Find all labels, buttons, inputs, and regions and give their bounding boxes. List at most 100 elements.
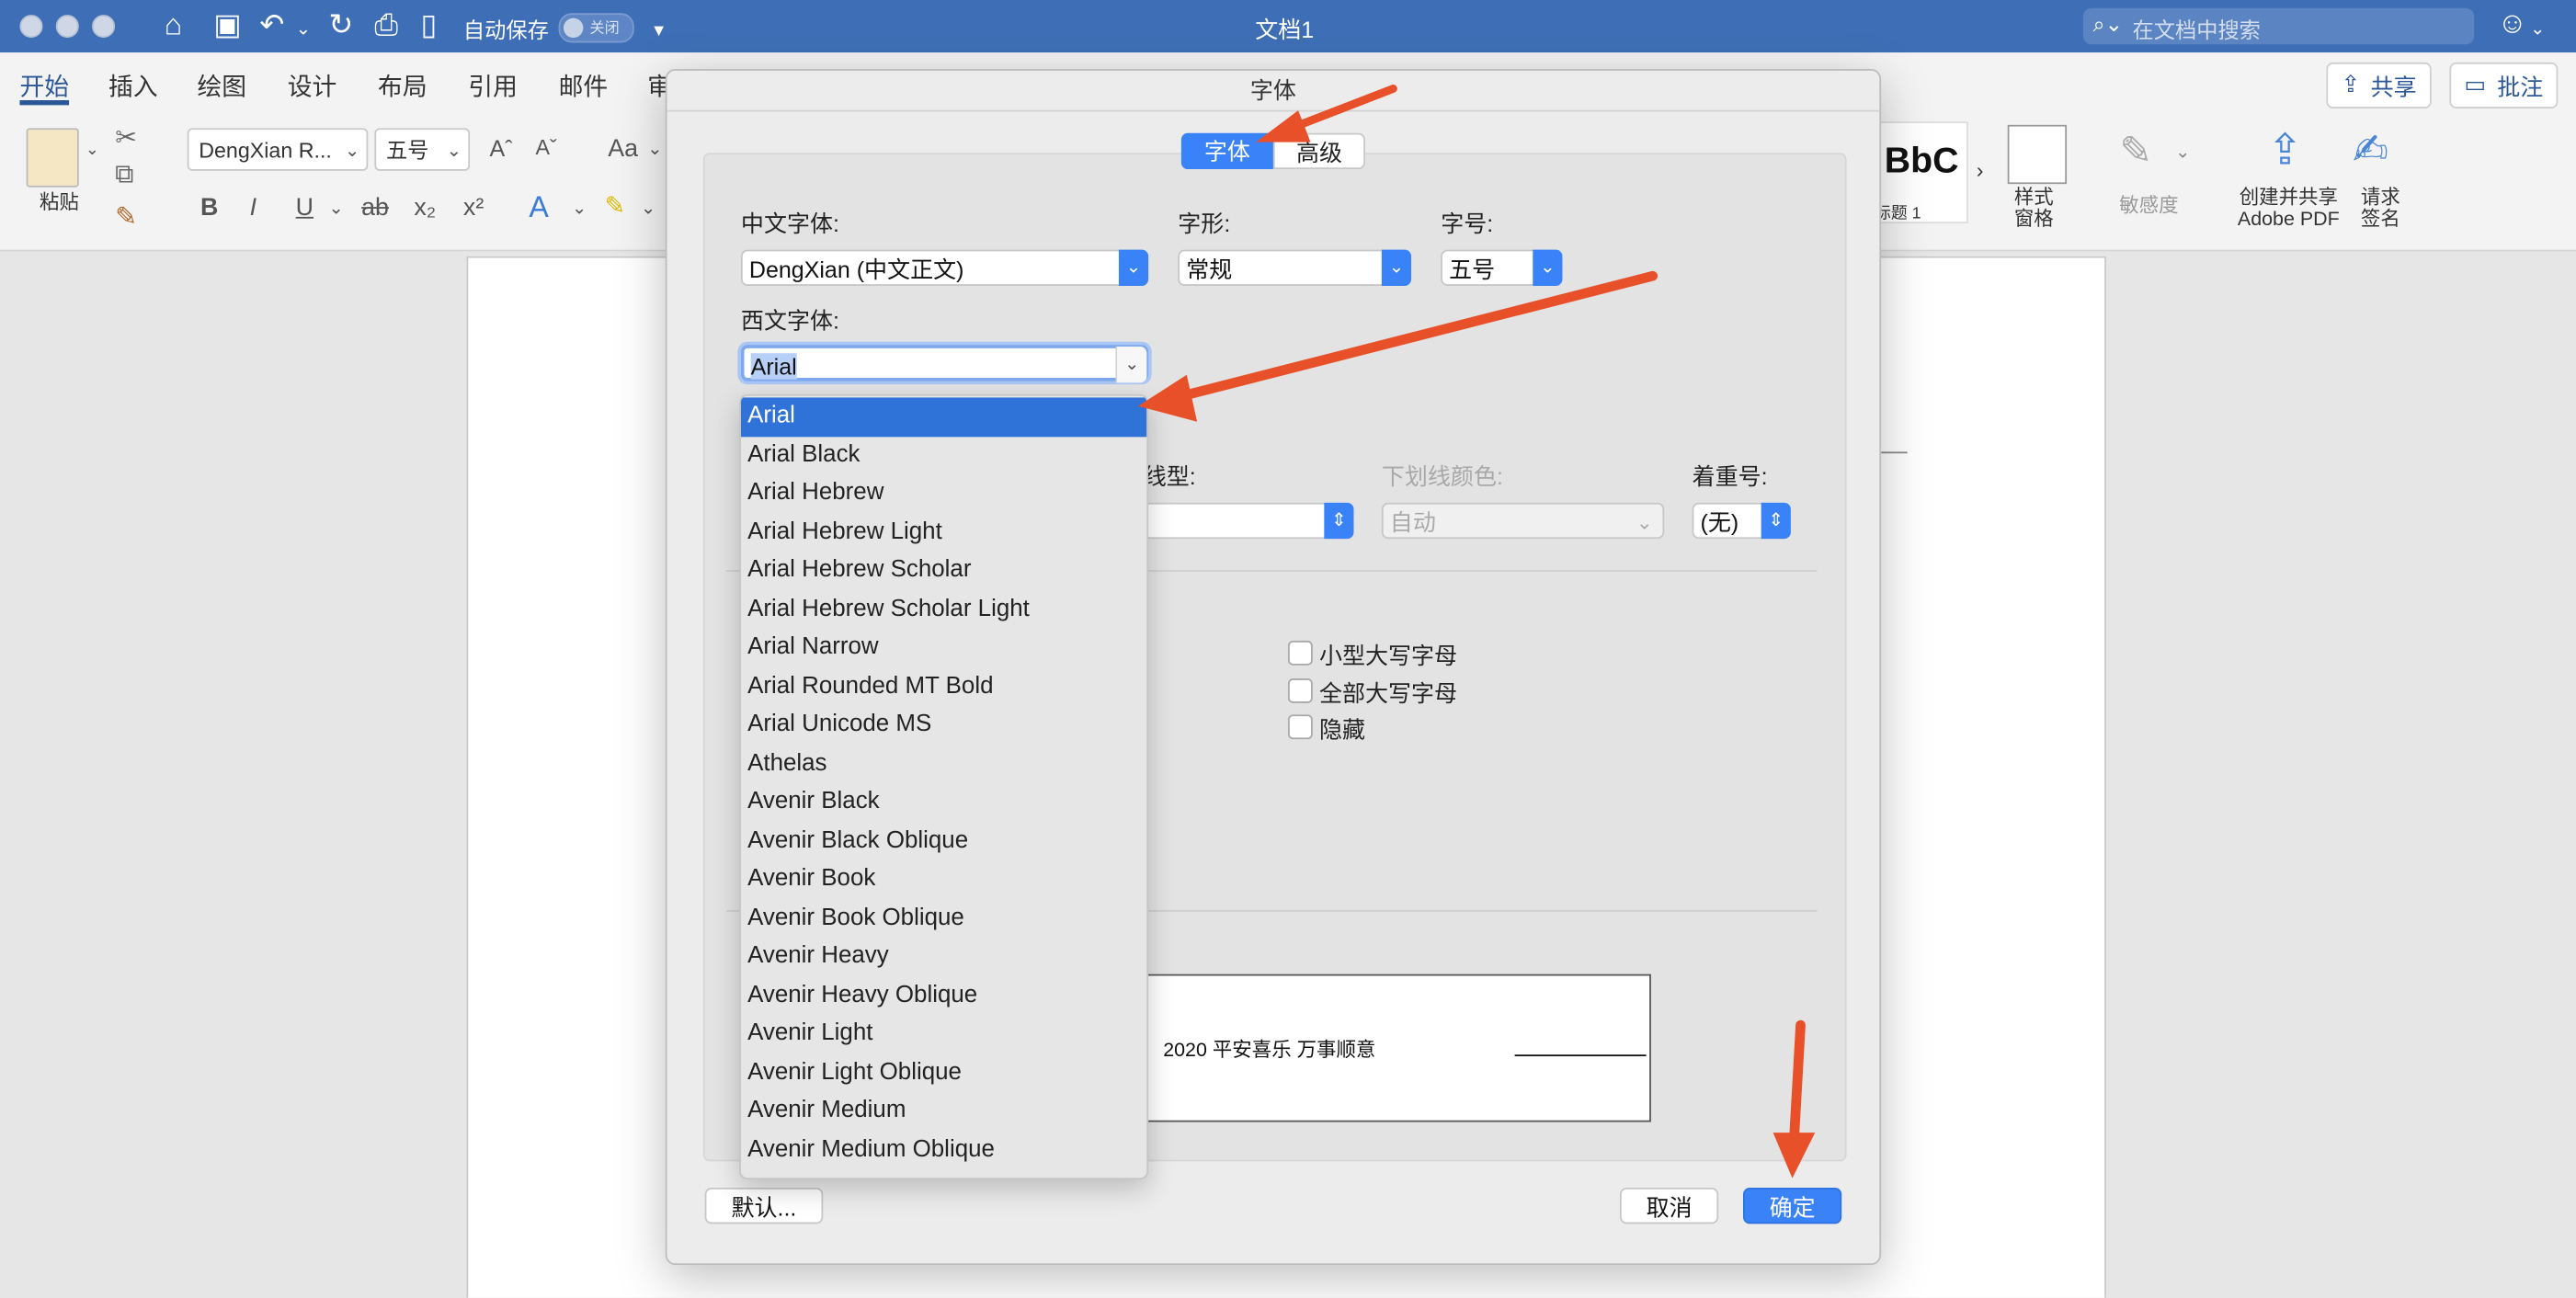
font-list-item[interactable]: Avenir Medium Oblique <box>741 1131 1146 1169</box>
tab-insert[interactable]: 插入 <box>108 69 158 104</box>
style-preview: BbC <box>1884 139 1959 181</box>
feedback-dropdown-icon[interactable]: ⌄ <box>2530 13 2545 46</box>
bold-icon[interactable]: B <box>200 194 218 222</box>
all-caps-checkbox[interactable] <box>1288 678 1313 703</box>
cancel-button[interactable]: 取消 <box>1619 1188 1719 1224</box>
paste-icon[interactable] <box>26 128 79 188</box>
format-painter-icon[interactable]: ✎ <box>115 200 137 233</box>
active-tab-indicator <box>19 100 70 106</box>
chevron-right-icon[interactable]: › <box>1977 158 1984 183</box>
font-style-select[interactable]: 常规 ⌄ <box>1178 249 1412 286</box>
text-effects-icon[interactable]: A <box>529 190 548 225</box>
tab-advanced[interactable]: 高级 <box>1272 132 1365 170</box>
smiley-feedback-icon[interactable]: ☺ <box>2497 6 2527 40</box>
underline-type-label: 线型: <box>1143 462 1196 490</box>
superscript-icon[interactable]: x² <box>463 194 484 222</box>
underline-color-value: 自动 <box>1389 508 1436 536</box>
chevron-down-icon: ⌄ <box>1381 249 1412 286</box>
create-pdf-icon[interactable]: ⇪ <box>2267 125 2303 176</box>
font-list-item[interactable]: Arial Hebrew Light <box>741 513 1146 552</box>
font-list-item[interactable]: Arial Unicode MS <box>741 706 1146 745</box>
undo-dropdown-icon[interactable]: ⌄ <box>296 13 311 46</box>
italic-icon[interactable]: I <box>250 194 256 222</box>
home-icon[interactable]: ⌂ <box>165 8 182 41</box>
request-signature-icon[interactable]: ✍ <box>2353 125 2388 176</box>
western-font-label: 西文字体: <box>740 307 839 334</box>
font-list-item[interactable]: Arial Hebrew Scholar <box>741 552 1146 590</box>
minimize-window-button[interactable] <box>55 15 79 39</box>
tab-mailings[interactable]: 邮件 <box>559 69 609 104</box>
redo-icon[interactable]: ↻ <box>328 8 353 41</box>
font-size-combo[interactable]: 五号 ⌄ <box>374 128 471 171</box>
tab-references[interactable]: 引用 <box>468 69 518 104</box>
strikethrough-icon[interactable]: ab <box>361 194 389 222</box>
search-input[interactable]: ⌕⌄ 在文档中搜索 <box>2082 7 2475 45</box>
underline-icon[interactable]: U <box>296 194 313 222</box>
print-icon[interactable]: ⎙ <box>374 8 398 41</box>
paste-dropdown-icon[interactable]: ⌄ <box>85 142 99 160</box>
western-font-select[interactable]: Arial ⌄ <box>740 345 1149 383</box>
font-list-item[interactable]: Arial <box>740 397 1147 437</box>
western-font-dropdown[interactable]: Arial Arial Black Arial Hebrew Arial Hebrew… <box>739 393 1149 1180</box>
font-list-item[interactable]: Avenir Heavy <box>741 938 1146 976</box>
zoom-window-button[interactable] <box>92 15 116 39</box>
ok-button[interactable]: 确定 <box>1743 1188 1842 1224</box>
comment-icon: ▭ <box>2464 70 2487 97</box>
font-name-combo[interactable]: DengXian R... ⌄ <box>187 128 369 171</box>
grow-font-icon[interactable]: Aˆ <box>490 135 513 162</box>
close-window-button[interactable] <box>19 15 43 39</box>
font-preview: 2020 平安喜乐 万事顺意 <box>1145 974 1651 1122</box>
customize-toolbar-icon[interactable]: ▾ <box>654 13 664 46</box>
change-case-dropdown-icon[interactable]: ⌄ <box>647 138 662 159</box>
subscript-icon[interactable]: x₂ <box>414 194 436 222</box>
font-list-item[interactable]: Athelas <box>741 745 1146 783</box>
font-list-item[interactable]: Avenir Heavy Oblique <box>741 976 1146 1015</box>
sensitivity-icon[interactable]: ✎ <box>2119 128 2152 176</box>
margin-mark <box>1881 451 1908 454</box>
font-list-item[interactable]: Arial Rounded MT Bold <box>741 667 1146 706</box>
text-effects-dropdown-icon[interactable]: ⌄ <box>572 197 587 218</box>
default-button[interactable]: 默认... <box>704 1188 824 1224</box>
tab-layout[interactable]: 布局 <box>378 69 427 104</box>
share-button[interactable]: ⇪ 共享 <box>2326 62 2432 108</box>
font-list-item[interactable]: Avenir Light <box>741 1015 1146 1053</box>
font-list-item[interactable]: Arial Black <box>741 436 1146 474</box>
font-list-item[interactable]: Avenir Light Oblique <box>741 1053 1146 1092</box>
font-list-item[interactable]: Avenir Book <box>741 860 1146 899</box>
style-gallery-item[interactable]: BbC 标题 1 <box>1873 121 1968 224</box>
chinese-font-select[interactable]: DengXian (中文正文) ⌄ <box>740 249 1149 286</box>
font-list-item[interactable]: Avenir Black <box>741 783 1146 822</box>
font-size-select[interactable]: 五号 ⌄ <box>1441 249 1563 286</box>
shrink-font-icon[interactable]: Aˇ <box>536 135 557 160</box>
tab-home[interactable]: 开始 <box>19 69 69 104</box>
comment-button[interactable]: ▭ 批注 <box>2449 62 2559 108</box>
small-caps-checkbox[interactable] <box>1288 640 1313 666</box>
tab-draw[interactable]: 绘图 <box>197 69 246 104</box>
font-name-value: DengXian R... <box>199 138 332 163</box>
underline-dropdown-icon[interactable]: ⌄ <box>328 197 343 218</box>
font-list-item[interactable]: Avenir Book Oblique <box>741 899 1146 938</box>
font-list-item[interactable]: Arial Hebrew Scholar Light <box>741 590 1146 629</box>
font-list-item[interactable]: Avenir Medium <box>741 1092 1146 1131</box>
font-list-item[interactable]: Arial Hebrew <box>741 474 1146 513</box>
undo-icon[interactable]: ↶ <box>259 8 284 41</box>
autosave-toggle[interactable]: 关闭 <box>558 13 634 43</box>
underline-type-select[interactable]: ⇕ <box>1143 502 1354 540</box>
font-list-item[interactable]: Avenir Black Oblique <box>741 822 1146 860</box>
highlight-icon[interactable]: ✎ <box>605 190 625 220</box>
copy-icon[interactable]: ⧉ <box>115 161 133 190</box>
font-style-label: 字形: <box>1178 210 1231 237</box>
underline-color-select[interactable]: 自动 ⌄ <box>1381 502 1665 540</box>
save-icon[interactable]: ▣ <box>213 8 241 41</box>
style-pane-icon[interactable] <box>2007 124 2068 185</box>
hidden-checkbox[interactable] <box>1288 714 1313 740</box>
tab-font[interactable]: 字体 <box>1180 132 1273 170</box>
new-document-icon[interactable]: ▯ <box>420 8 437 41</box>
cut-icon[interactable]: ✂ <box>115 121 137 154</box>
tab-design[interactable]: 设计 <box>288 69 337 104</box>
sensitivity-dropdown-icon[interactable]: ⌄ <box>2175 142 2190 162</box>
change-case-icon[interactable]: Aa <box>608 135 638 163</box>
highlight-dropdown-icon[interactable]: ⌄ <box>641 197 655 218</box>
font-list-item[interactable]: Arial Narrow <box>741 629 1146 667</box>
emphasis-select[interactable]: (无) ⇕ <box>1692 502 1791 540</box>
